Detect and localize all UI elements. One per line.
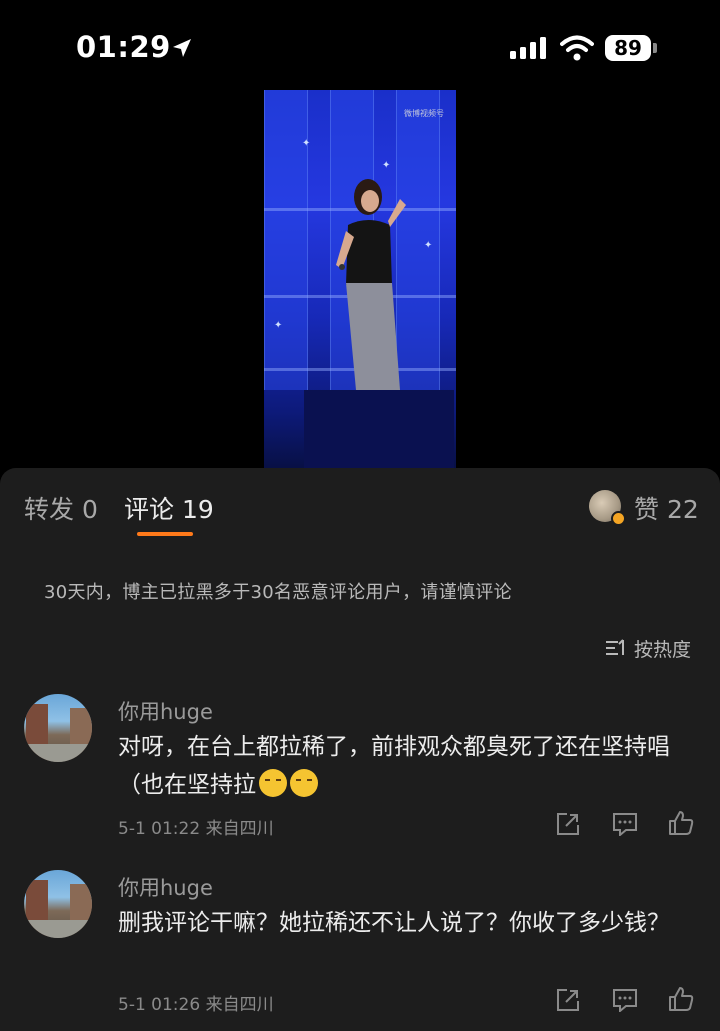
crying-laughing-emoji-icon	[259, 769, 287, 797]
avatar[interactable]	[24, 694, 92, 762]
comment-meta: 5-1 01:22 来自四川	[118, 819, 274, 839]
wifi-icon	[560, 35, 594, 65]
video-player[interactable]: ✦ ✦ ✦ ✦ 微博视频号	[264, 90, 456, 468]
tab-likes[interactable]: 赞 22	[634, 490, 699, 526]
active-tab-indicator	[137, 532, 193, 536]
sort-label: 按热度	[634, 639, 692, 661]
avatar[interactable]	[24, 870, 92, 938]
tab-forward[interactable]: 转发 0	[24, 490, 98, 526]
comment-body: 删我评论干嘛？她拉稀还不让人说了？你收了多少钱？	[118, 910, 670, 936]
sort-icon	[606, 639, 628, 662]
like-icon[interactable]	[668, 810, 694, 840]
comment-meta: 5-1 01:26 来自四川	[118, 995, 274, 1015]
battery-indicator: 89	[605, 35, 651, 61]
cellular-signal-icon	[510, 37, 548, 63]
status-bar: 01:29 89	[0, 0, 720, 100]
sparkle-icon: ✦	[274, 320, 283, 331]
sparkle-icon: ✦	[302, 138, 311, 149]
comment-policy-notice: 30天内，博主已拉黑多于30名恶意评论用户，请谨慎评论	[44, 582, 512, 603]
comment-text: 对呀，在台上都拉稀了，前排观众都臭死了还在坚持唱（也在坚持拉	[118, 728, 688, 804]
comment-body: 对呀，在台上都拉稀了，前排观众都臭死了还在坚持唱（也在坚持拉	[118, 734, 670, 798]
location-arrow-icon	[170, 36, 194, 64]
reply-icon[interactable]	[612, 812, 638, 840]
share-icon[interactable]	[556, 812, 580, 840]
comment-username[interactable]: 你用huge	[118, 872, 213, 902]
crying-laughing-emoji-icon	[290, 769, 318, 797]
sort-button[interactable]: 按热度	[606, 635, 691, 662]
status-time: 01:29	[76, 30, 171, 64]
comment-username[interactable]: 你用huge	[118, 696, 213, 726]
tab-comments[interactable]: 评论 19	[124, 490, 214, 526]
stage-floor	[304, 390, 454, 468]
video-watermark: 微博视频号	[404, 109, 444, 118]
reply-icon[interactable]	[612, 988, 638, 1016]
like-icon[interactable]	[668, 986, 694, 1016]
share-icon[interactable]	[556, 988, 580, 1016]
verified-badge-icon	[611, 511, 626, 526]
sparkle-icon: ✦	[424, 240, 433, 251]
comment-text: 删我评论干嘛？她拉稀还不让人说了？你收了多少钱？	[118, 904, 688, 942]
sparkle-icon: ✦	[382, 160, 391, 171]
stage-column	[264, 90, 308, 390]
singer-figure	[336, 179, 406, 390]
battery-cap	[653, 43, 657, 53]
comment-panel: 转发 0 评论 19 赞 22 30天内，博主已拉黑多于30名恶意评论用户，请谨…	[0, 468, 720, 1031]
